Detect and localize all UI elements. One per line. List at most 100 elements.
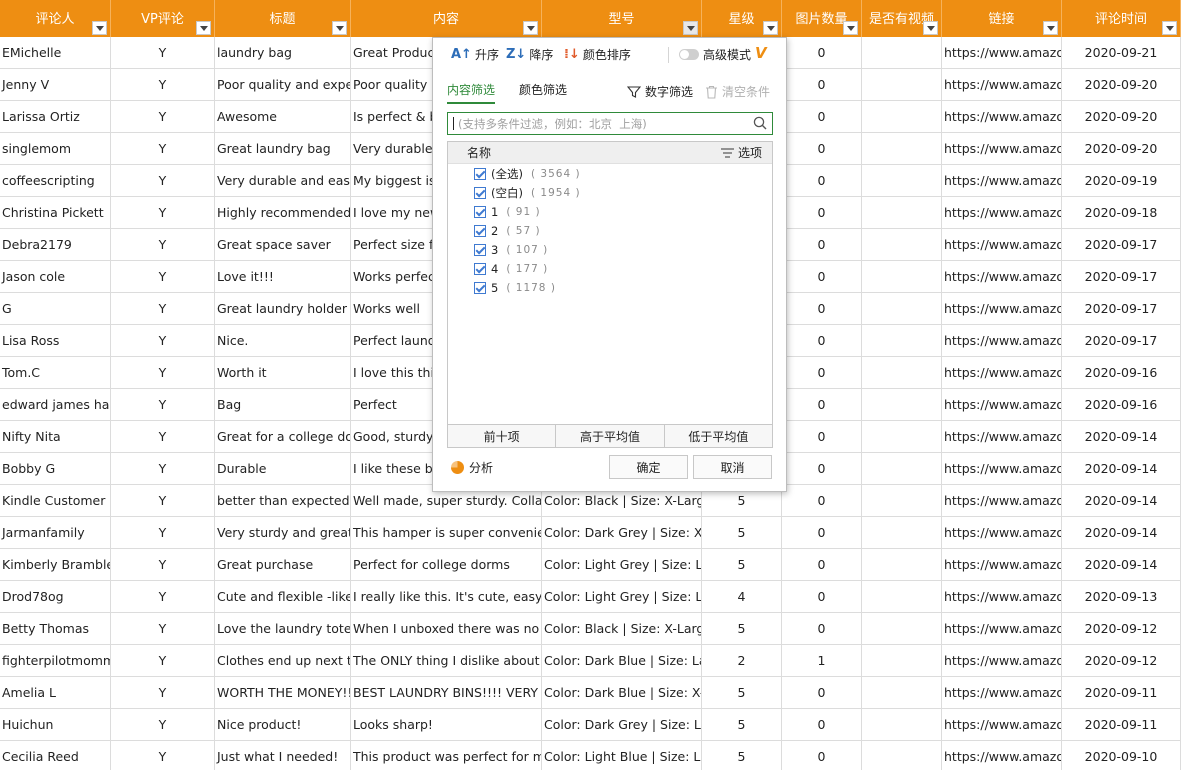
sort-ascending-button[interactable]: A↑ 升序: [451, 46, 499, 63]
table-cell[interactable]: 0: [782, 101, 862, 133]
table-cell[interactable]: Lisa Ross: [0, 325, 111, 357]
table-cell[interactable]: Y: [111, 613, 215, 645]
number-filter-button[interactable]: 数字筛选: [627, 83, 693, 100]
table-cell[interactable]: 2020-09-12: [1062, 613, 1181, 645]
table-cell[interactable]: This product was perfect for my do: [351, 741, 542, 770]
sort-descending-button[interactable]: Z↓ 降序: [506, 46, 553, 63]
column-filter-dropdown-icon[interactable]: [332, 21, 347, 35]
above-average-button[interactable]: 高于平均值: [556, 425, 665, 447]
table-cell[interactable]: 2020-09-14: [1062, 485, 1181, 517]
table-cell[interactable]: [862, 69, 942, 101]
table-cell[interactable]: Y: [111, 517, 215, 549]
table-cell[interactable]: 0: [782, 133, 862, 165]
table-cell[interactable]: https://www.amazon.: [942, 293, 1062, 325]
table-cell[interactable]: [862, 101, 942, 133]
table-cell[interactable]: Y: [111, 645, 215, 677]
table-cell[interactable]: 4: [702, 581, 782, 613]
table-cell[interactable]: Great laundry holder: [215, 293, 351, 325]
table-cell[interactable]: https://www.amazon.: [942, 165, 1062, 197]
table-cell[interactable]: Great space saver: [215, 229, 351, 261]
table-cell[interactable]: coffeescripting: [0, 165, 111, 197]
table-cell[interactable]: Very durable and easy to: [215, 165, 351, 197]
table-cell[interactable]: https://www.amazon.: [942, 645, 1062, 677]
table-cell[interactable]: Color: Light Grey | Size: Larg: [542, 581, 702, 613]
table-cell[interactable]: 5: [702, 613, 782, 645]
table-cell[interactable]: [862, 389, 942, 421]
table-cell[interactable]: 2020-09-16: [1062, 357, 1181, 389]
table-cell[interactable]: [862, 549, 942, 581]
table-cell[interactable]: Kimberly Bramblett: [0, 549, 111, 581]
table-cell[interactable]: Y: [111, 357, 215, 389]
column-filter-dropdown-icon[interactable]: [923, 21, 938, 35]
table-cell[interactable]: Jenny V: [0, 69, 111, 101]
table-cell[interactable]: Y: [111, 261, 215, 293]
table-cell[interactable]: 0: [782, 165, 862, 197]
table-cell[interactable]: 0: [782, 741, 862, 770]
table-cell[interactable]: Amelia L: [0, 677, 111, 709]
below-average-button[interactable]: 低于平均值: [665, 425, 772, 447]
table-cell[interactable]: Huichun: [0, 709, 111, 741]
column-filter-dropdown-icon[interactable]: [92, 21, 107, 35]
table-cell[interactable]: Cute and flexible -like r: [215, 581, 351, 613]
table-cell[interactable]: singlemom: [0, 133, 111, 165]
column-filter-dropdown-icon[interactable]: [1162, 21, 1177, 35]
table-cell[interactable]: The ONLY thing I dislike about thi: [351, 645, 542, 677]
table-cell[interactable]: Highly recommended, w: [215, 197, 351, 229]
table-cell[interactable]: https://www.amazon.: [942, 37, 1062, 69]
table-cell[interactable]: 2020-09-20: [1062, 69, 1181, 101]
table-cell[interactable]: [862, 453, 942, 485]
table-cell[interactable]: fighterpilotmomma: [0, 645, 111, 677]
top-ten-button[interactable]: 前十项: [448, 425, 557, 447]
table-cell[interactable]: [862, 325, 942, 357]
table-cell[interactable]: 0: [782, 613, 862, 645]
table-cell[interactable]: 2020-09-17: [1062, 325, 1181, 357]
table-cell[interactable]: 0: [782, 677, 862, 709]
table-cell[interactable]: Worth it: [215, 357, 351, 389]
table-cell[interactable]: https://www.amazon.: [942, 581, 1062, 613]
table-cell[interactable]: 1: [782, 645, 862, 677]
table-cell[interactable]: Y: [111, 165, 215, 197]
table-cell[interactable]: 2020-09-17: [1062, 293, 1181, 325]
table-cell[interactable]: https://www.amazon.: [942, 741, 1062, 770]
table-cell[interactable]: 2020-09-20: [1062, 101, 1181, 133]
table-cell[interactable]: Y: [111, 485, 215, 517]
table-cell[interactable]: 0: [782, 421, 862, 453]
table-cell[interactable]: 2020-09-21: [1062, 37, 1181, 69]
table-cell[interactable]: Great for a college dorm: [215, 421, 351, 453]
table-cell[interactable]: [862, 741, 942, 770]
table-cell[interactable]: [862, 197, 942, 229]
table-cell[interactable]: https://www.amazon.: [942, 261, 1062, 293]
advanced-mode-toggle[interactable]: [679, 49, 699, 60]
checkbox-checked-icon[interactable]: [474, 262, 486, 275]
table-cell[interactable]: https://www.amazon.: [942, 453, 1062, 485]
table-cell[interactable]: https://www.amazon.: [942, 677, 1062, 709]
filter-value-item[interactable]: 1 ( 91 ): [448, 202, 772, 221]
table-cell[interactable]: 2020-09-14: [1062, 549, 1181, 581]
table-cell[interactable]: 2020-09-20: [1062, 133, 1181, 165]
table-cell[interactable]: 0: [782, 69, 862, 101]
cancel-button[interactable]: 取消: [693, 455, 772, 479]
table-cell[interactable]: 0: [782, 709, 862, 741]
column-filter-dropdown-icon[interactable]: [843, 21, 858, 35]
column-filter-dropdown-icon[interactable]: [683, 21, 698, 35]
table-cell[interactable]: [862, 645, 942, 677]
table-cell[interactable]: edward james harris: [0, 389, 111, 421]
table-cell[interactable]: Debra2179: [0, 229, 111, 261]
clear-conditions-button[interactable]: 清空条件: [705, 83, 770, 100]
table-cell[interactable]: Very sturdy and great size: [215, 517, 351, 549]
table-cell[interactable]: Color: Dark Blue | Size: X-La: [542, 677, 702, 709]
table-cell[interactable]: 5: [702, 677, 782, 709]
table-cell[interactable]: 0: [782, 581, 862, 613]
checkbox-checked-icon[interactable]: [474, 186, 486, 199]
table-cell[interactable]: Y: [111, 581, 215, 613]
table-cell[interactable]: https://www.amazon.: [942, 485, 1062, 517]
table-cell[interactable]: https://www.amazon.: [942, 229, 1062, 261]
table-cell[interactable]: 2020-09-14: [1062, 421, 1181, 453]
table-cell[interactable]: Larissa Ortiz: [0, 101, 111, 133]
table-cell[interactable]: Great laundry bag: [215, 133, 351, 165]
table-cell[interactable]: 0: [782, 357, 862, 389]
checkbox-checked-icon[interactable]: [474, 224, 486, 237]
search-icon[interactable]: [753, 116, 767, 130]
column-filter-dropdown-icon[interactable]: [1043, 21, 1058, 35]
table-cell[interactable]: Y: [111, 325, 215, 357]
